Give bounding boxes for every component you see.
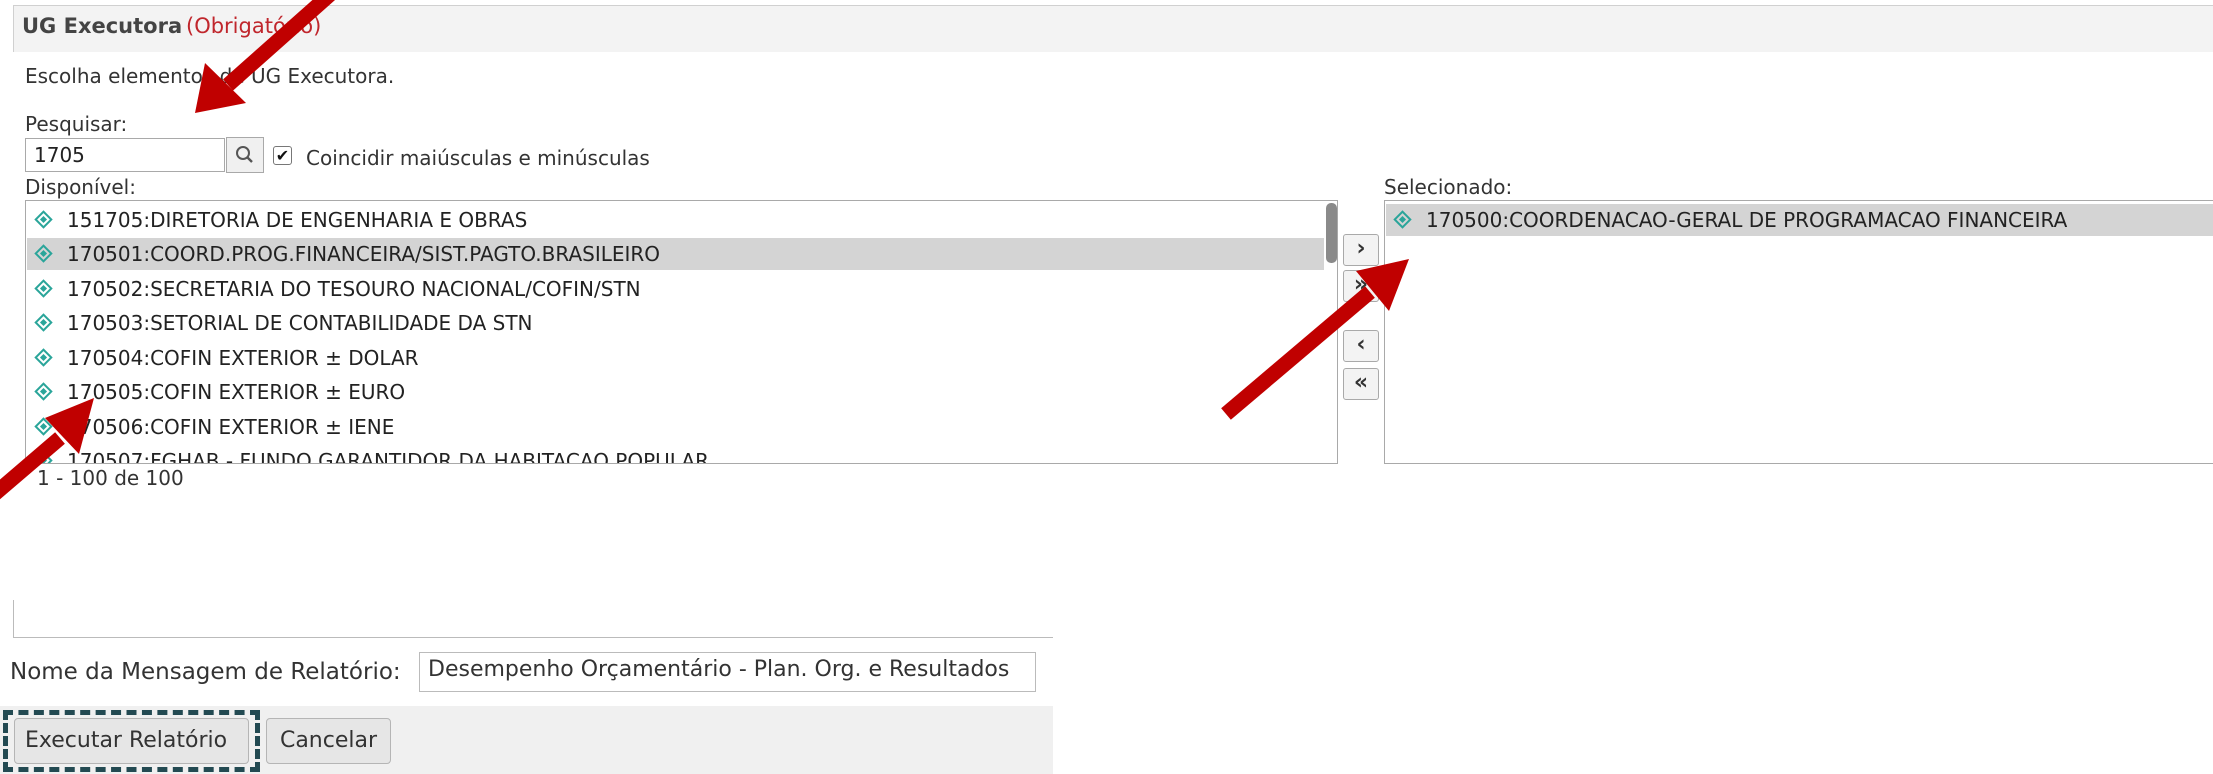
arrow-to-search-label	[195, 0, 336, 113]
annotation-arrows	[0, 0, 1409, 500]
arrow-to-selected-item	[1221, 259, 1409, 420]
arrow-to-list-item	[0, 398, 94, 500]
